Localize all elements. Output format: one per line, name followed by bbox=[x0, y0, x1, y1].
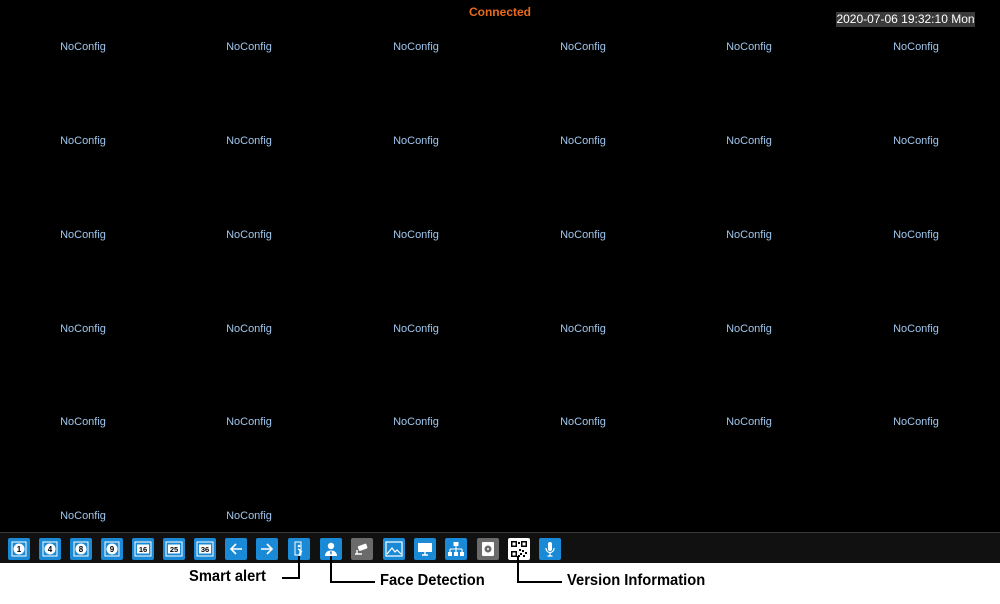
svg-text:1: 1 bbox=[17, 545, 22, 554]
version-information-button[interactable] bbox=[508, 538, 530, 560]
layout-25-button[interactable]: 25 bbox=[163, 538, 185, 560]
next-page-button[interactable] bbox=[256, 538, 278, 560]
face-detection-annotation: Face Detection bbox=[380, 572, 485, 589]
channel-noconfig-label: NoConfig bbox=[393, 323, 439, 335]
channel-noconfig-label: NoConfig bbox=[60, 229, 106, 241]
layout-4-icon: 4 bbox=[42, 541, 58, 557]
image-icon bbox=[385, 541, 403, 557]
layout-36-icon: 36 bbox=[196, 541, 214, 557]
microphone-button[interactable] bbox=[539, 538, 561, 560]
svg-text:4: 4 bbox=[48, 545, 53, 554]
channel-noconfig-label: NoConfig bbox=[393, 416, 439, 428]
svg-text:8: 8 bbox=[79, 545, 84, 554]
layout-9-icon: 9 bbox=[104, 541, 120, 557]
layout-4-button[interactable]: 4 bbox=[39, 538, 61, 560]
channel-noconfig-label: NoConfig bbox=[226, 229, 272, 241]
version-information-annotation: Version Information bbox=[567, 572, 706, 589]
monitor-button[interactable] bbox=[414, 538, 436, 560]
channel-noconfig-label: NoConfig bbox=[60, 510, 106, 522]
network-button[interactable] bbox=[445, 538, 467, 560]
disk-icon bbox=[482, 542, 494, 556]
channel-noconfig-label: NoConfig bbox=[393, 229, 439, 241]
svg-text:16: 16 bbox=[139, 545, 147, 554]
channel-noconfig-label: NoConfig bbox=[226, 510, 272, 522]
monitor-icon bbox=[418, 543, 432, 556]
channel-noconfig-label: NoConfig bbox=[226, 416, 272, 428]
layout-16-icon: 16 bbox=[134, 541, 152, 557]
channel-noconfig-label: NoConfig bbox=[60, 135, 106, 147]
svg-text:9: 9 bbox=[110, 545, 115, 554]
layout-1-button[interactable]: 1 bbox=[8, 538, 30, 560]
channel-noconfig-label: NoConfig bbox=[560, 135, 606, 147]
channel-noconfig-label: NoConfig bbox=[226, 323, 272, 335]
arrow-right-icon bbox=[261, 543, 274, 555]
qr-code-icon bbox=[511, 541, 527, 557]
layout-36-button[interactable]: 36 bbox=[194, 538, 216, 560]
channel-noconfig-label: NoConfig bbox=[60, 41, 106, 53]
channel-noconfig-label: NoConfig bbox=[226, 135, 272, 147]
svg-text:25: 25 bbox=[170, 545, 178, 554]
channel-noconfig-label: NoConfig bbox=[893, 135, 939, 147]
smart-alert-button[interactable] bbox=[288, 538, 310, 560]
channel-noconfig-label: NoConfig bbox=[726, 135, 772, 147]
network-icon bbox=[448, 542, 464, 556]
channel-noconfig-label: NoConfig bbox=[893, 41, 939, 53]
camera-grid: Connected 2020-07-06 19:32:10 Mon NoConf… bbox=[0, 0, 1000, 532]
channel-noconfig-label: NoConfig bbox=[393, 135, 439, 147]
layout-9-button[interactable]: 9 bbox=[101, 538, 123, 560]
channel-noconfig-label: NoConfig bbox=[726, 41, 772, 53]
channel-noconfig-label: NoConfig bbox=[60, 416, 106, 428]
image-button[interactable] bbox=[383, 538, 405, 560]
ptz-camera-icon bbox=[355, 543, 368, 555]
channel-noconfig-label: NoConfig bbox=[893, 323, 939, 335]
ptz-button[interactable] bbox=[351, 538, 373, 560]
smart-alert-annotation: Smart alert bbox=[189, 568, 266, 585]
channel-noconfig-label: NoConfig bbox=[560, 416, 606, 428]
face-detection-icon bbox=[325, 542, 337, 556]
channel-noconfig-label: NoConfig bbox=[560, 41, 606, 53]
date-time-display: 2020-07-06 19:32:10 Mon bbox=[836, 12, 975, 27]
arrow-left-icon bbox=[229, 543, 242, 555]
channel-noconfig-label: NoConfig bbox=[726, 323, 772, 335]
channel-noconfig-label: NoConfig bbox=[560, 229, 606, 241]
channel-noconfig-label: NoConfig bbox=[893, 416, 939, 428]
previous-page-button[interactable] bbox=[225, 538, 247, 560]
channel-noconfig-label: NoConfig bbox=[560, 323, 606, 335]
layout-1-icon: 1 bbox=[11, 541, 27, 557]
channel-noconfig-label: NoConfig bbox=[726, 416, 772, 428]
svg-text:36: 36 bbox=[201, 545, 209, 554]
layout-25-icon: 25 bbox=[165, 541, 183, 557]
face-detection-button[interactable] bbox=[320, 538, 342, 560]
bottom-toolbar: 1 4 8 9 16 25 36 bbox=[0, 532, 1000, 563]
layout-8-icon: 8 bbox=[73, 541, 89, 557]
layout-8-button[interactable]: 8 bbox=[70, 538, 92, 560]
disk-button[interactable] bbox=[477, 538, 499, 560]
channel-noconfig-label: NoConfig bbox=[726, 229, 772, 241]
microphone-icon bbox=[545, 542, 555, 557]
smart-alert-icon bbox=[294, 541, 303, 557]
channel-noconfig-label: NoConfig bbox=[893, 229, 939, 241]
layout-16-button[interactable]: 16 bbox=[132, 538, 154, 560]
channel-noconfig-label: NoConfig bbox=[226, 41, 272, 53]
channel-noconfig-label: NoConfig bbox=[60, 323, 106, 335]
channel-noconfig-label: NoConfig bbox=[393, 41, 439, 53]
